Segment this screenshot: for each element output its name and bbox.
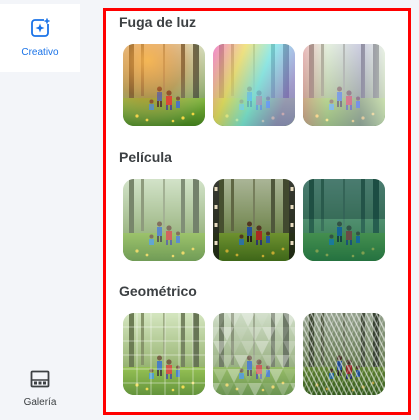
effect-thumbnail-geometric-pattern[interactable] [303, 313, 385, 395]
effect-thumbnail-geometric-grid[interactable] [123, 313, 205, 395]
effect-thumbnail-light-leak-pastel[interactable] [303, 44, 385, 126]
thumbnail-image [213, 313, 295, 395]
thumbnail-image [303, 313, 385, 395]
effects-panel: Fuga de luz Película Geométrico [103, 8, 411, 415]
effect-thumbnail-film-vintage[interactable] [213, 179, 295, 261]
nav-galeria-label: Galería [23, 397, 57, 408]
thumbnail-image [213, 179, 295, 261]
sidebar: Creativo Galería [0, 0, 80, 420]
sparkle-add-icon [30, 18, 50, 43]
thumbnail-image [303, 44, 385, 126]
nav-galeria[interactable]: Galería [0, 370, 80, 416]
effect-thumbnail-geometric-triangles[interactable] [213, 313, 295, 395]
effect-thumbnail-film-faded[interactable] [123, 179, 205, 261]
effect-thumbnail-film-teal[interactable] [303, 179, 385, 261]
effect-thumbnail-light-leak-rainbow[interactable] [213, 44, 295, 126]
gallery-icon [30, 370, 50, 393]
effect-thumbnail-light-leak-warm[interactable] [123, 44, 205, 126]
thumbnail-image [123, 313, 205, 395]
section-title: Geométrico [119, 283, 197, 299]
nav-creativo-label: Creativo [21, 47, 59, 58]
nav-creativo[interactable]: Creativo [0, 4, 80, 72]
thumbnail-image [213, 44, 295, 126]
thumbnail-image [303, 179, 385, 261]
section-title: Película [119, 149, 172, 165]
thumbnail-image [123, 44, 205, 126]
section-title: Fuga de luz [119, 14, 196, 30]
thumbnail-image [123, 179, 205, 261]
